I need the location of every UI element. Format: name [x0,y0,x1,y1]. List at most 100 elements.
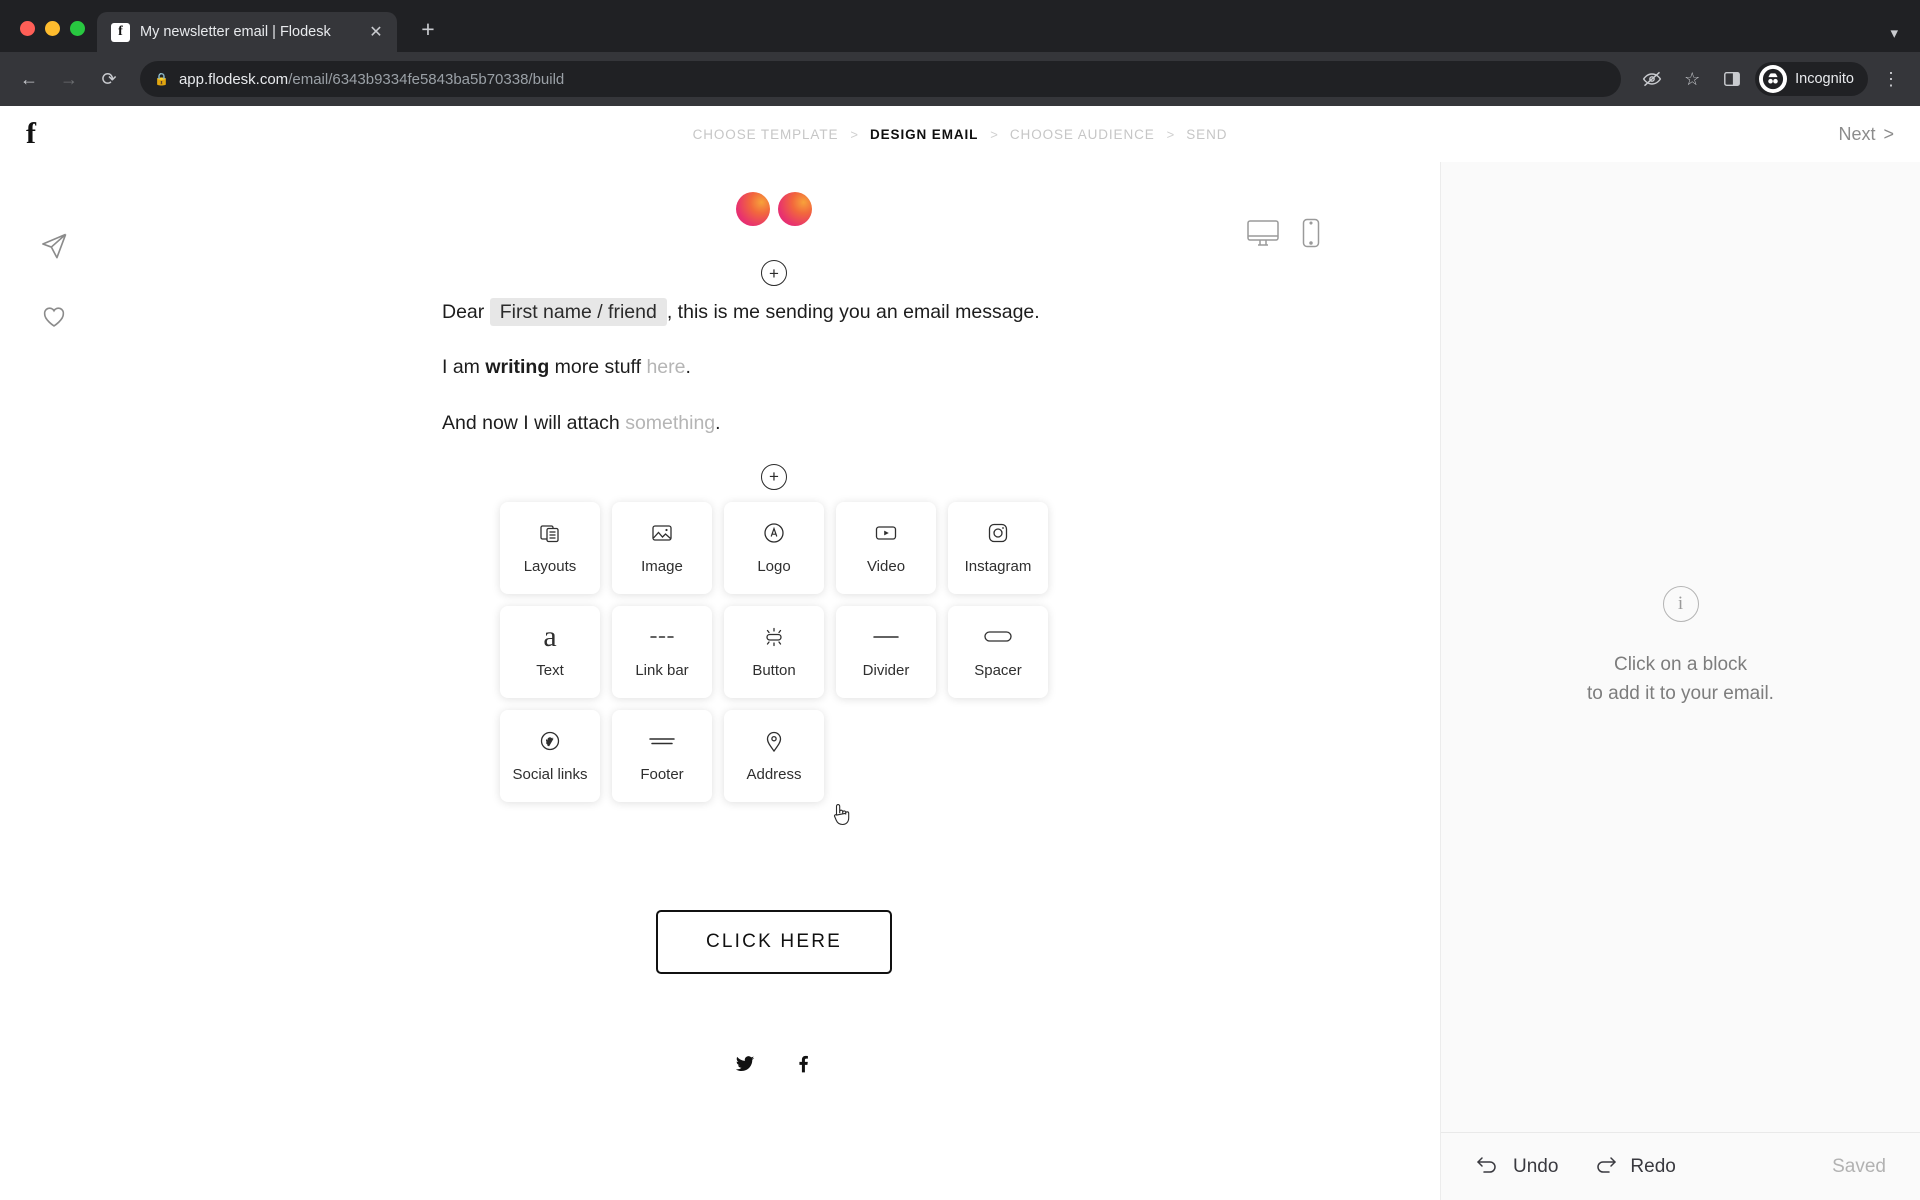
flodesk-logo[interactable]: f [26,119,66,149]
info-icon: i [1662,585,1699,622]
email-paragraph-2[interactable]: I am writing more stuff here. [414,353,1134,382]
email-logo-graphic[interactable] [414,170,1134,226]
eye-off-icon[interactable] [1635,62,1669,96]
twitter-icon[interactable] [734,1054,756,1079]
block-label: Address [746,766,802,784]
paragraph2-mid: more stuff [549,356,647,379]
spacer-icon [983,624,1013,650]
block-picker-row: Social links Footer Address [500,709,824,802]
paragraph2-bold: writing [485,356,550,379]
preview-send-icon[interactable] [34,226,74,266]
instagram-icon [986,520,1010,546]
block-card-address[interactable]: Address [724,709,824,802]
url-text: app.flodesk.com/email/6343b9334fe5843ba5… [179,71,564,88]
new-tab-button[interactable]: + [413,14,443,44]
block-label: Social links [512,766,588,784]
undo-icon [1475,1154,1501,1180]
three-dot-menu-icon[interactable]: ⋮ [1874,62,1908,96]
block-card-footer[interactable]: Footer [612,709,712,802]
email-cta-wrap: CLICK HERE [414,909,1134,974]
paragraph1-prefix: Dear [442,301,485,323]
side-panel-icon[interactable] [1715,62,1749,96]
undo-button[interactable]: Undo [1475,1154,1558,1180]
button-icon [760,624,788,650]
block-card-text[interactable]: a Text [500,605,600,698]
back-arrow-icon[interactable]: ← [12,62,46,96]
block-card-link-bar[interactable]: Link bar [612,605,712,698]
email-sheet: + Dear First name / friend, this is me s… [414,162,1134,1079]
gradient-circle-left [736,192,770,226]
preview-mode-toggles [1246,218,1320,253]
block-card-divider[interactable]: Divider [836,605,936,698]
reload-icon[interactable]: ⟳ [92,62,126,96]
step-choose-audience[interactable]: CHOOSE AUDIENCE [1010,127,1155,142]
layouts-icon [538,520,562,546]
url-path: /email/6343b9334fe5843ba5b70338/build [288,70,565,88]
image-icon [650,520,674,546]
address-icon [763,728,785,754]
redo-icon [1592,1154,1618,1180]
browser-tab[interactable]: f My newsletter email | Flodesk ✕ [97,12,397,52]
close-tab-icon[interactable]: ✕ [365,21,387,43]
favorite-heart-icon[interactable] [34,296,74,336]
paragraph3-link[interactable]: something [625,412,715,434]
redo-button[interactable]: Redo [1592,1154,1676,1180]
close-window-button[interactable] [20,21,35,36]
step-choose-template[interactable]: CHOOSE TEMPLATE [693,127,839,142]
editor-footer-bar: Undo Redo Saved [1441,1132,1920,1200]
step-send[interactable]: SEND [1186,127,1227,142]
facebook-icon[interactable] [792,1054,814,1079]
block-label: Spacer [974,662,1022,680]
lock-icon: 🔒 [154,72,169,86]
email-paragraph-1[interactable]: Dear First name / friend, this is me sen… [414,298,1134,327]
block-picker-row: a Text Link bar Button Divider Spacer [500,605,1048,698]
flodesk-favicon: f [111,22,130,42]
chevron-right-icon: > [1883,123,1894,144]
merge-tag-first-name[interactable]: First name / friend [489,298,667,326]
forward-arrow-icon[interactable]: → [52,62,86,96]
block-picker-row: Layouts Image Logo Video Instagram [500,501,1048,594]
step-separator: > [850,126,858,142]
workflow-steps: CHOOSE TEMPLATE > DESIGN EMAIL > CHOOSE … [0,127,1920,142]
block-card-social-links[interactable]: Social links [500,709,600,802]
block-label: Link bar [635,662,689,680]
save-status: Saved [1832,1155,1886,1177]
add-block-button[interactable]: + [761,463,787,490]
window-controls [14,21,97,52]
paragraph3-post: . [715,411,721,434]
tab-title: My newsletter email | Flodesk [140,24,331,40]
minimize-window-button[interactable] [45,21,60,36]
email-paragraph-3[interactable]: And now I will attach something. [414,409,1134,438]
block-label: Footer [640,766,684,784]
next-button[interactable]: Next > [1838,124,1894,145]
mobile-preview-icon[interactable] [1302,218,1320,253]
paragraph3-pre: And now I will attach [442,411,626,434]
add-block-button[interactable]: + [761,260,787,286]
star-icon[interactable]: ☆ [1675,62,1709,96]
flodesk-app: f CHOOSE TEMPLATE > DESIGN EMAIL > CHOOS… [0,106,1920,1200]
block-card-layouts[interactable]: Layouts [500,501,600,594]
divider-icon [872,624,900,650]
desktop-preview-icon[interactable] [1246,218,1280,253]
address-bar[interactable]: 🔒 app.flodesk.com/email/6343b9334fe5843b… [140,61,1622,97]
right-sidebar-empty-state: i Click on a block to add it to your ema… [1441,162,1920,1132]
block-card-button[interactable]: Button [724,605,824,698]
block-picker: Layouts Image Logo Video Instagram a Tex… [414,501,1134,802]
browser-window: f My newsletter email | Flodesk ✕ + ▾ ← … [0,0,1920,1200]
maximize-window-button[interactable] [70,21,85,36]
block-card-instagram[interactable]: Instagram [948,501,1048,594]
tab-strip: f My newsletter email | Flodesk ✕ + ▾ [0,0,1920,52]
block-card-image[interactable]: Image [612,501,712,594]
redo-label: Redo [1630,1155,1676,1177]
block-label: Instagram [964,558,1032,576]
email-canvas: + Dear First name / friend, this is me s… [108,162,1440,1200]
paragraph2-link[interactable]: here [646,356,685,378]
step-design-email[interactable]: DESIGN EMAIL [870,127,978,142]
incognito-profile-button[interactable]: Incognito [1755,62,1868,96]
block-card-logo[interactable]: Logo [724,501,824,594]
empty-state-line1: Click on a block [1613,653,1748,675]
email-cta-button[interactable]: CLICK HERE [655,909,893,974]
block-card-spacer[interactable]: Spacer [948,605,1048,698]
chevron-down-icon[interactable]: ▾ [1890,24,1898,42]
block-card-video[interactable]: Video [836,501,936,594]
